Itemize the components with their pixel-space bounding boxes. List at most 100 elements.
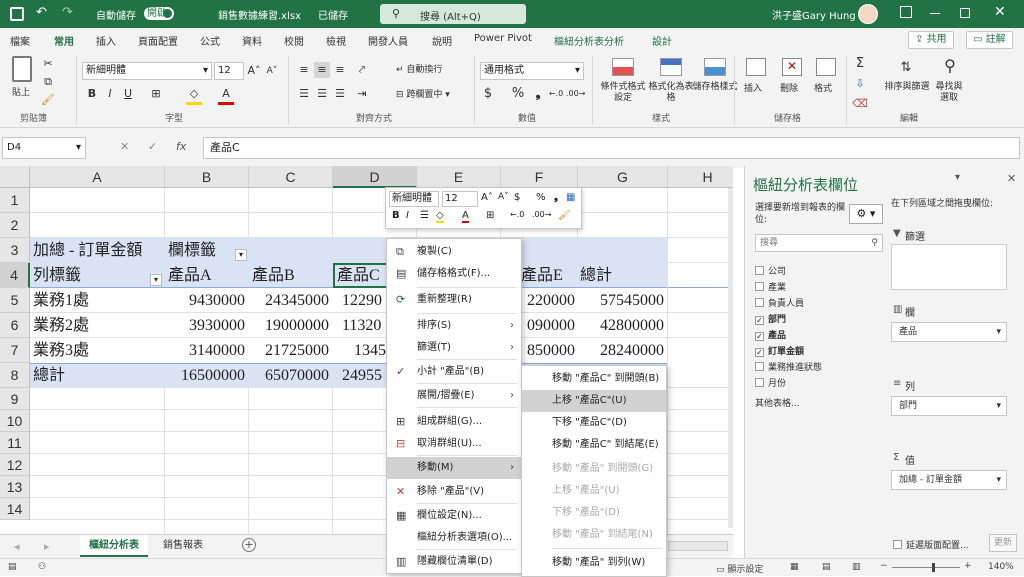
pane-options-icon[interactable]: ▾ (955, 172, 960, 183)
row-header-8[interactable]: 8 (0, 363, 30, 388)
cell-value[interactable]: 42800000 (578, 314, 664, 338)
clear-icon[interactable]: ⌫ (852, 96, 868, 112)
columns-field-chip[interactable]: 產品 (891, 322, 1007, 342)
row-header-2[interactable]: 2 (0, 213, 30, 238)
format-table-icon[interactable]: ▦ (566, 192, 575, 203)
row-header-9[interactable]: 9 (0, 388, 30, 410)
italic-icon[interactable]: I (406, 210, 409, 221)
defer-layout-checkbox[interactable]: 延遲版面配置... (893, 538, 969, 551)
row-label[interactable]: 業務3處 (33, 339, 89, 363)
row-label[interactable]: 業務1處 (33, 289, 89, 313)
field-item[interactable]: ✓ 訂單金額 (755, 346, 804, 358)
menu-ungroup[interactable]: ⊟ 取消群組(U)... (387, 433, 521, 455)
align-middle-icon[interactable]: ≡ (314, 62, 330, 78)
header-product-a[interactable]: 產品A (168, 264, 212, 288)
currency-icon[interactable]: $ (514, 192, 520, 203)
merge-center-button[interactable]: ⊟ 跨欄置中 ▾ (396, 90, 450, 101)
field-item[interactable]: 公司 (755, 266, 786, 278)
column-filter-dropdown-icon[interactable]: ▾ (235, 249, 247, 261)
grow-font-icon[interactable]: A˄ (246, 63, 262, 79)
save-icon[interactable] (10, 7, 24, 21)
align-top-icon[interactable]: ≡ (296, 62, 312, 78)
col-header-c[interactable]: C (249, 166, 333, 188)
filter-area[interactable] (891, 244, 1007, 290)
wrap-text-button[interactable]: ↵ 自動換行 (396, 65, 442, 76)
cell-value[interactable]: 57545000 (578, 289, 664, 313)
autosave-toggle[interactable]: 開啟 (144, 7, 174, 20)
cell-value[interactable]: 16500000 (165, 364, 245, 388)
menu-filter[interactable]: 篩選(T) › (387, 337, 521, 359)
copy-icon[interactable]: ⧉ (40, 74, 56, 90)
cell-value[interactable]: 3140000 (165, 339, 245, 363)
orientation-icon[interactable]: ⤤ (354, 62, 370, 78)
font-color-icon[interactable]: A (462, 210, 469, 223)
add-sheet-icon[interactable]: + (242, 538, 256, 552)
comma-icon[interactable]: ❟ (554, 192, 558, 203)
align-center-icon[interactable]: ☰ (314, 86, 330, 102)
col-header-g[interactable]: G (578, 166, 668, 188)
menu-pivot-options[interactable]: 樞紐分析表選項(O)... (387, 527, 521, 549)
cell-value[interactable]: 3930000 (165, 314, 245, 338)
zoom-in-icon[interactable]: + (964, 561, 972, 571)
tab-formulas[interactable]: 公式 (200, 33, 220, 48)
cell-value[interactable]: 9430000 (165, 289, 245, 313)
autosum-icon[interactable]: Σ (852, 56, 868, 72)
header-grand-total[interactable]: 總計 (580, 264, 612, 288)
values-field-chip[interactable]: 加總 - 訂單金額 (891, 470, 1007, 490)
align-left-icon[interactable]: ☰ (296, 86, 312, 102)
restore-icon[interactable] (960, 8, 970, 18)
menu-hide-field-list[interactable]: ▥ 隱藏欄位清單(D) (387, 551, 521, 573)
increase-decimal-icon[interactable]: ←.0 (548, 86, 564, 102)
row-filter-dropdown-icon[interactable]: ▾ (150, 274, 162, 286)
paste-button[interactable]: 貼上 (12, 88, 30, 99)
select-all-corner[interactable] (0, 166, 30, 188)
field-search-input[interactable]: 搜尋 ⚲ (755, 234, 883, 252)
move-field-to-rows[interactable]: 移動 "產品" 到列(W) (522, 552, 666, 574)
col-header-a[interactable]: A (30, 166, 165, 188)
indent-icon[interactable]: ⇥ (354, 86, 370, 102)
page-layout-icon[interactable]: ▤ (822, 562, 831, 572)
align-right-icon[interactable]: ☰ (332, 86, 348, 102)
more-tables-link[interactable]: 其他表格... (755, 396, 800, 409)
grow-font-icon[interactable]: A˄ (481, 192, 493, 203)
align-bottom-icon[interactable]: ≡ (332, 62, 348, 78)
field-item[interactable]: ✓ 產品 (755, 330, 786, 342)
insert-function-icon[interactable]: fx (176, 140, 186, 153)
cell-value[interactable]: 65070000 (249, 364, 329, 388)
shrink-font-icon[interactable]: A˅ (264, 63, 280, 79)
format-painter-icon[interactable]: 🖌 (558, 210, 571, 221)
menu-move[interactable]: 移動(M) › (387, 457, 521, 479)
font-color-icon[interactable]: A (218, 86, 234, 105)
sheet-tab-pivot[interactable]: 樞紐分析表 (80, 535, 148, 557)
tab-design[interactable]: 設計 (652, 33, 672, 48)
gear-icon[interactable]: ⚙ ▾ (849, 204, 883, 224)
row-header-7[interactable]: 7 (0, 338, 30, 363)
field-item[interactable]: 產業 (755, 282, 786, 294)
fill-color-icon[interactable]: ◇ (436, 210, 444, 223)
row-header-6[interactable]: 6 (0, 313, 30, 338)
tab-file[interactable]: 檔案 (10, 33, 30, 48)
menu-refresh[interactable]: ⟳ 重新整理(R) (387, 289, 521, 311)
row-header-10[interactable]: 10 (0, 410, 30, 432)
tab-power-pivot[interactable]: Power Pivot (474, 33, 532, 44)
cell-value[interactable]: 19000000 (249, 314, 329, 338)
name-box[interactable]: D4 ▾ (2, 137, 86, 159)
col-header-f[interactable]: F (501, 166, 578, 188)
prev-sheet-icon[interactable]: ◂ (14, 540, 20, 553)
undo-icon[interactable]: ↶ (36, 5, 47, 20)
format-painter-icon[interactable]: 🖌 (40, 92, 56, 108)
delete-cells-button[interactable]: 刪除 (780, 84, 798, 95)
format-as-table-button[interactable]: 格式化為表格 (648, 82, 694, 104)
percent-icon[interactable]: % (536, 192, 546, 203)
fill-color-icon[interactable]: ◇ (186, 86, 202, 105)
cell-value[interactable]: 12290 (342, 289, 382, 313)
field-item[interactable]: 負責人員 (755, 298, 804, 310)
insert-cells-button[interactable]: 插入 (744, 84, 762, 95)
menu-format-cells[interactable]: ▤ 儲存格格式(F)... (387, 263, 521, 285)
col-header-e[interactable]: E (417, 166, 501, 188)
header-product-c[interactable]: 產品C (337, 264, 380, 288)
number-format-select[interactable]: 通用格式 ▾ (480, 62, 584, 80)
next-sheet-icon[interactable]: ▸ (44, 540, 50, 553)
pane-close-icon[interactable]: ✕ (1007, 172, 1016, 185)
percent-icon[interactable]: % (510, 86, 526, 102)
